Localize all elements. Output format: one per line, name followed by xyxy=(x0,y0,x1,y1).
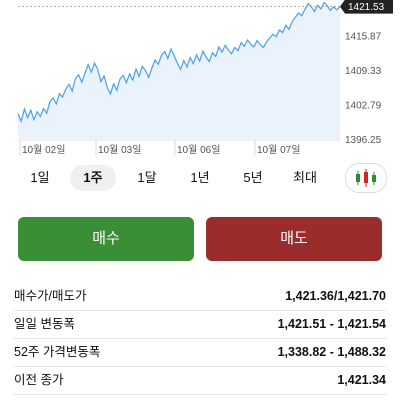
x-tick-label: 10월 03일 xyxy=(98,144,141,156)
tab-range-3[interactable]: 1년 xyxy=(189,165,211,191)
info-value: 1,421.34 xyxy=(337,373,386,387)
tab-range-1[interactable]: 1주 xyxy=(70,165,116,191)
tab-range-4[interactable]: 5년 xyxy=(242,165,264,191)
candlestick-icon xyxy=(356,169,376,187)
tab-range-5[interactable]: 최대 xyxy=(292,165,318,191)
sell-button[interactable]: 매도 xyxy=(206,217,382,261)
info-value: 1,421.36/1,421.70 xyxy=(285,289,386,303)
chart-type-button[interactable] xyxy=(345,163,387,193)
buy-button[interactable]: 매수 xyxy=(18,217,194,261)
price-chart-svg[interactable]: 1396.25 1402.79 1409.33 1415.87 10월 02일 10월 0… xyxy=(0,0,400,160)
y-tick-label: 1396.25 xyxy=(345,135,382,146)
x-tick-label: 10월 06일 xyxy=(177,144,220,156)
y-tick-label: 1415.87 xyxy=(345,31,382,42)
info-value: 1,421.51 - 1,421.54 xyxy=(277,317,386,331)
info-row: 매수가/매도가 1,421.36/1,421.70 xyxy=(14,282,386,311)
y-tick-label: 1409.33 xyxy=(345,66,382,77)
info-row: 이전 종가 1,421.34 xyxy=(14,366,386,395)
range-tabs: 1일 1주 1달 1년 5년 최대 xyxy=(14,163,386,193)
tab-range-0[interactable]: 1일 xyxy=(30,165,50,191)
info-value: 1,338.82 - 1,488.32 xyxy=(277,345,386,359)
info-row: 일일 변동폭 1,421.51 - 1,421.54 xyxy=(14,310,386,339)
info-label: 매수가/매도가 xyxy=(14,289,87,303)
info-row: 52주 가격변동폭 1,338.82 - 1,488.32 xyxy=(14,338,386,367)
tab-range-2[interactable]: 1달 xyxy=(136,165,158,191)
x-tick-label: 10월 02일 xyxy=(22,144,65,156)
info-label: 일일 변동폭 xyxy=(14,317,75,331)
price-chart[interactable]: 1396.25 1402.79 1409.33 1415.87 10월 02일 10월 0… xyxy=(0,0,400,160)
info-label: 52주 가격변동폭 xyxy=(14,345,101,359)
y-tick-label: 1402.79 xyxy=(345,100,382,111)
current-price-label: 1421.53 xyxy=(348,2,385,13)
info-label: 이전 종가 xyxy=(14,373,64,387)
x-tick-label: 10월 07일 xyxy=(257,144,300,156)
